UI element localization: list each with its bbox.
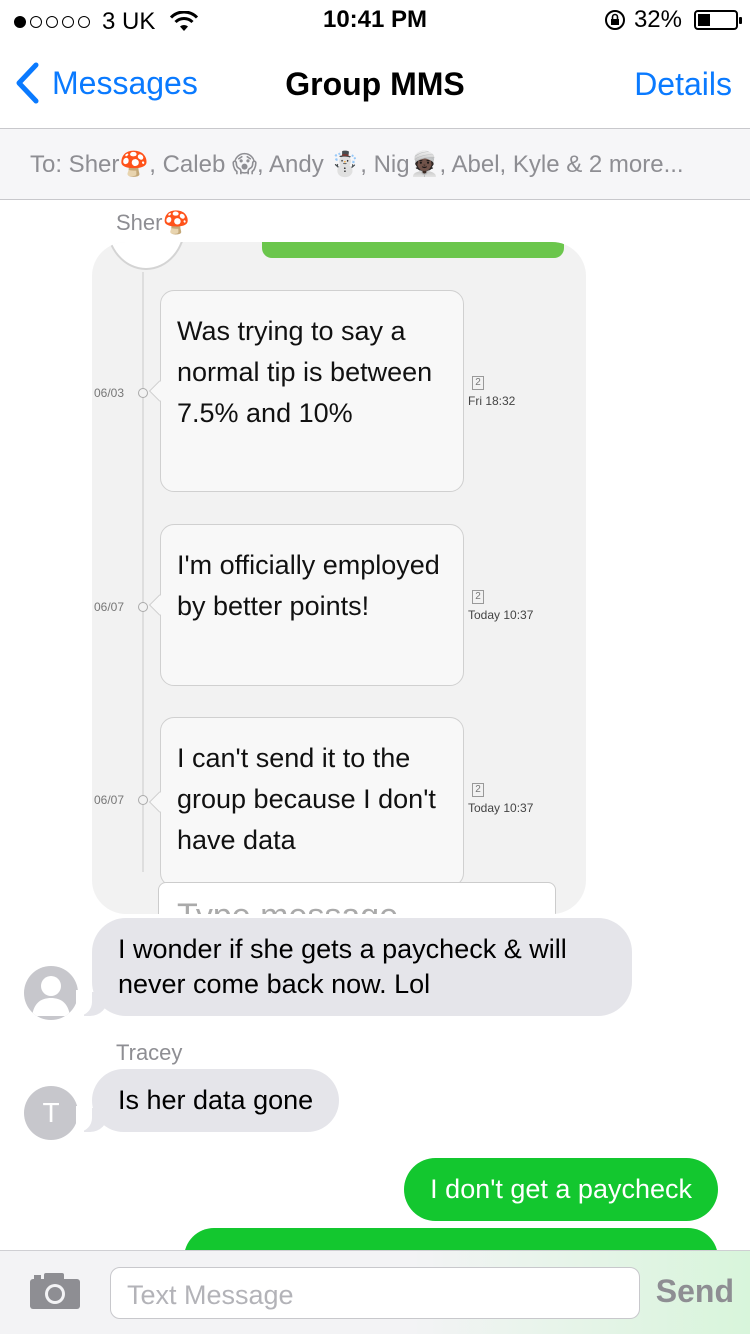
battery-percent: 32% [633,6,682,33]
screenshot-message-card: Was trying to say a normal tip is betwee… [160,290,464,492]
timeline-node [138,602,148,612]
timeline-node [138,795,148,805]
screenshot-time: Today 10:37 [468,801,534,815]
screenshot-time: Fri 18:32 [468,394,516,408]
screenshot-green-bubble [262,242,564,258]
incoming-message-bubble[interactable]: Is her data gone [75,1069,340,1132]
screenshot-date: 06/07 [94,600,125,614]
timeline-node [138,388,148,398]
camera-icon[interactable] [28,1271,82,1311]
image-attachment[interactable]: 06/03 Was trying to say a normal tip is … [92,242,586,914]
screenshot-count: 2 [472,783,484,797]
recipients-text: To: Sher🍄, Caleb 😱, Andy ☃️, Nig👳🏿, Abel… [30,150,684,178]
message-text: Is her data gone [118,1085,314,1115]
screenshot-timeline [142,272,144,872]
message-input[interactable]: Text Message [110,1267,640,1319]
sender-name: Tracey [116,1040,183,1065]
sender-name: Sher🍄 [116,210,190,235]
compose-bar: Text Message Send [0,1250,750,1334]
message-text: I don't get a paycheck [430,1174,692,1204]
battery-icon [694,10,742,30]
battery-fill [698,14,710,26]
screenshot-message-card: I'm officially employed by better points… [160,524,464,686]
details-button[interactable]: Details [634,66,732,103]
screenshot-message-card: I can't send it to the group because I d… [160,717,464,887]
outgoing-message-bubble[interactable]: I don't get a paycheck [404,1158,718,1221]
screenshot-time: Today 10:37 [468,608,534,622]
contact-avatar[interactable] [24,966,78,1020]
send-button[interactable]: Send [656,1273,734,1310]
screenshot-count: 2 [472,590,484,604]
orientation-lock-icon [604,10,625,30]
person-silhouette-icon [32,976,70,1016]
screenshot-count: 2 [472,376,484,390]
screenshot-date: 06/03 [94,386,125,400]
recipients-bar[interactable]: To: Sher🍄, Caleb 😱, Andy ☃️, Nig👳🏿, Abel… [0,128,750,200]
contact-avatar[interactable]: T [24,1086,78,1140]
screenshot-avatar [106,242,186,270]
message-input-placeholder: Text Message [127,1280,294,1310]
status-right: 32% [604,6,742,34]
navigation-bar: Messages Group MMS Details [0,40,750,130]
messages-screen: 3 UK 10:41 PM 32% Messages Group MMS Det… [0,0,750,1334]
screenshot-type-field: Type message [158,882,556,914]
screenshot-date: 06/07 [94,793,125,807]
status-bar: 3 UK 10:41 PM 32% [0,0,750,40]
incoming-message-bubble[interactable]: I wonder if she gets a paycheck & will n… [76,918,632,1016]
message-text: I wonder if she gets a paycheck & will n… [118,934,567,999]
